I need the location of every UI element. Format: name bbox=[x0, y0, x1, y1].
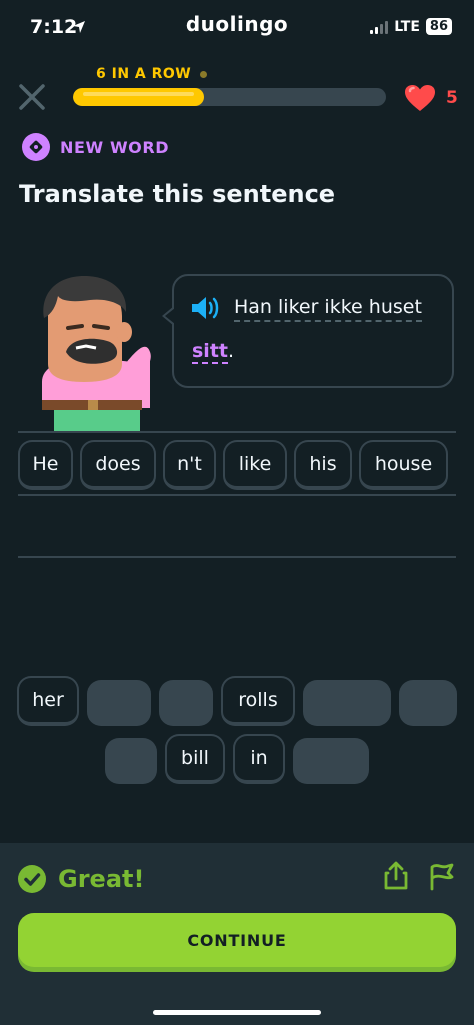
hearts-count: 5 bbox=[446, 88, 458, 108]
page-title: Translate this sentence bbox=[19, 180, 336, 208]
answer-line-top bbox=[18, 431, 456, 433]
sentence-punct: . bbox=[228, 340, 235, 362]
answer-row: He does n't like his house bbox=[18, 440, 448, 490]
word-bank-slot-empty bbox=[105, 738, 157, 784]
new-word-badge: NEW WORD bbox=[22, 133, 169, 161]
report-flag-icon[interactable] bbox=[428, 861, 456, 895]
new-word-label: NEW WORD bbox=[60, 137, 170, 157]
answer-word[interactable]: n't bbox=[163, 440, 216, 490]
checkmark-icon bbox=[18, 865, 46, 893]
answer-word[interactable]: house bbox=[359, 440, 448, 490]
sentence-line-2: sitt. bbox=[192, 340, 235, 364]
word-bank-slot-empty bbox=[159, 680, 213, 726]
result-banner: Great! bbox=[18, 865, 144, 893]
word-bank-chip[interactable]: rolls bbox=[221, 676, 295, 726]
answer-word[interactable]: does bbox=[80, 440, 156, 490]
network-label: LTE bbox=[394, 18, 420, 35]
answer-line-middle bbox=[18, 494, 456, 496]
word-bank-slot-empty bbox=[87, 680, 151, 726]
speech-bubble: Han liker ikke huset sitt. bbox=[162, 274, 454, 388]
progress-fill bbox=[73, 88, 205, 106]
lesson-progress-bar bbox=[73, 88, 386, 106]
result-footer: Great! CONTINUE bbox=[0, 843, 474, 1025]
battery-icon: 86 bbox=[425, 18, 452, 35]
signal-icon bbox=[370, 20, 389, 34]
result-text: Great! bbox=[58, 865, 145, 893]
continue-button[interactable]: CONTINUE bbox=[18, 913, 456, 967]
word-bank-chip[interactable]: her bbox=[17, 676, 79, 726]
character-illustration bbox=[38, 272, 156, 432]
word-bank-chip[interactable]: in bbox=[233, 734, 285, 784]
heart-icon bbox=[405, 85, 435, 111]
home-indicator bbox=[153, 1010, 321, 1015]
hearts-counter[interactable]: 5 bbox=[404, 84, 458, 112]
word-bank-slot-empty bbox=[303, 680, 391, 726]
answer-word[interactable]: his bbox=[294, 440, 352, 490]
answer-word[interactable]: He bbox=[18, 440, 73, 490]
status-indicators: LTE 86 bbox=[370, 18, 452, 35]
share-icon[interactable] bbox=[383, 861, 409, 895]
word-bank-row-1: her rolls bbox=[0, 676, 474, 726]
status-bar: 7:12 duolingo LTE 86 bbox=[0, 0, 474, 56]
word-bank-slot-empty bbox=[399, 680, 457, 726]
word-bank-slot-empty bbox=[293, 738, 369, 784]
sentence-line-1[interactable]: Han liker ikke huset bbox=[234, 296, 422, 322]
answer-line-bottom bbox=[18, 556, 456, 558]
answer-word[interactable]: like bbox=[223, 440, 287, 490]
streak-dot bbox=[200, 71, 207, 78]
new-word-highlight[interactable]: sitt bbox=[192, 340, 228, 364]
speaker-icon[interactable] bbox=[190, 294, 222, 326]
streak-label: 6 IN A ROW bbox=[96, 66, 192, 82]
new-word-icon bbox=[22, 133, 50, 161]
word-bank-chip[interactable]: bill bbox=[165, 734, 225, 784]
close-icon[interactable] bbox=[18, 83, 46, 111]
word-bank-row-2: bill in bbox=[0, 734, 474, 784]
